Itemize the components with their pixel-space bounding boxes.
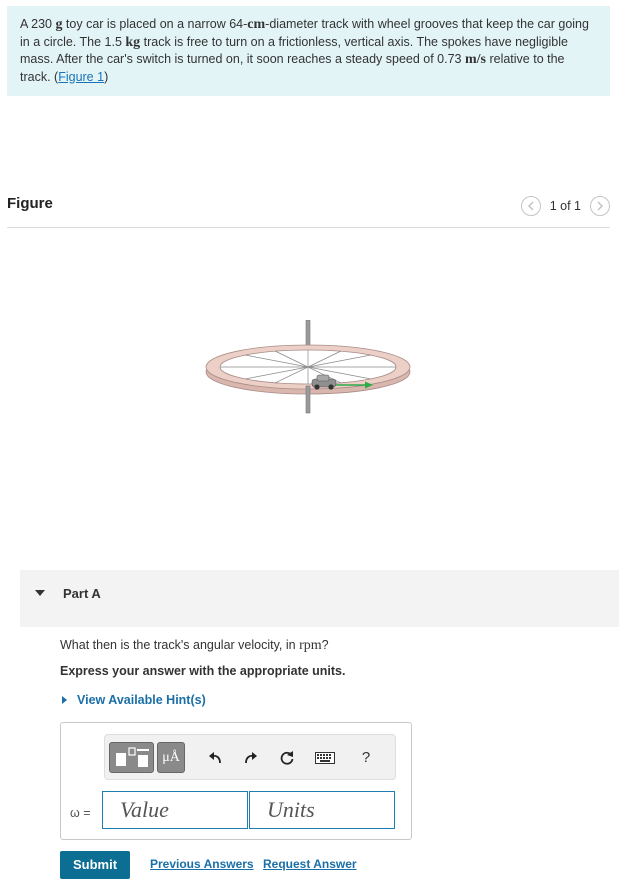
problem-text: ): [104, 69, 109, 84]
undo-button[interactable]: [204, 742, 226, 773]
previous-answers-link[interactable]: Previous Answers: [150, 857, 254, 871]
spokes: [220, 350, 396, 384]
templates-icon: [116, 747, 149, 767]
hint-label: View Available Hint(s): [77, 693, 206, 707]
figure-count: 1 of 1: [549, 199, 581, 213]
omega-label: ω =: [70, 806, 91, 820]
redo-icon: [245, 751, 257, 763]
help-button[interactable]: ?: [355, 742, 377, 773]
templates-button[interactable]: [109, 742, 154, 773]
value-input[interactable]: Value: [102, 791, 248, 829]
chevron-left-icon: [527, 201, 534, 211]
reset-button[interactable]: [276, 742, 298, 773]
caret-right-icon: [62, 696, 67, 704]
question-unit: rpm: [299, 638, 322, 653]
units-symbols-button[interactable]: μÅ: [157, 742, 185, 773]
collapse-triangle-icon: [35, 590, 45, 596]
figure-link[interactable]: Figure 1: [58, 70, 104, 84]
problem-text: A 230: [20, 17, 56, 31]
undo-icon: [209, 751, 221, 763]
unit-kg: kg: [125, 34, 141, 50]
math-toolbar: μÅ ?: [104, 734, 396, 780]
part-a-header[interactable]: Part A: [20, 570, 619, 627]
axis-rod-lower: [305, 385, 311, 414]
prev-figure-button[interactable]: [520, 196, 541, 216]
next-figure-button[interactable]: [590, 196, 610, 216]
unit-cm: cm: [247, 17, 266, 32]
redo-button[interactable]: [240, 742, 262, 773]
submit-button[interactable]: Submit: [60, 851, 130, 879]
answer-box: μÅ ? ω = Value Units: [60, 722, 412, 840]
reset-icon: [280, 750, 294, 765]
answer-instruction: Express your answer with the appropriate…: [60, 664, 346, 678]
units-input[interactable]: Units: [249, 791, 395, 829]
question-prefix: What then is the track's angular velocit…: [60, 638, 300, 652]
track-figure: [205, 320, 411, 414]
problem-text: toy car is placed on a narrow 64-: [62, 17, 248, 31]
unit-ms: m/s: [464, 52, 486, 67]
keyboard-button[interactable]: [312, 742, 338, 773]
figure-header: Figure 1 of 1: [7, 195, 610, 228]
question-text: What then is the track's angular velocit…: [60, 638, 329, 654]
keyboard-icon: [315, 751, 335, 764]
chevron-right-icon: [597, 201, 603, 211]
figure-title: Figure: [7, 195, 53, 212]
view-hints-link[interactable]: View Available Hint(s): [60, 693, 206, 707]
question-suffix: ?: [321, 638, 329, 652]
problem-statement: A 230 g toy car is placed on a narrow 64…: [7, 6, 610, 96]
request-answer-link[interactable]: Request Answer: [263, 857, 357, 871]
figure-nav: 1 of 1: [520, 196, 610, 216]
part-a-label: Part A: [63, 586, 101, 601]
